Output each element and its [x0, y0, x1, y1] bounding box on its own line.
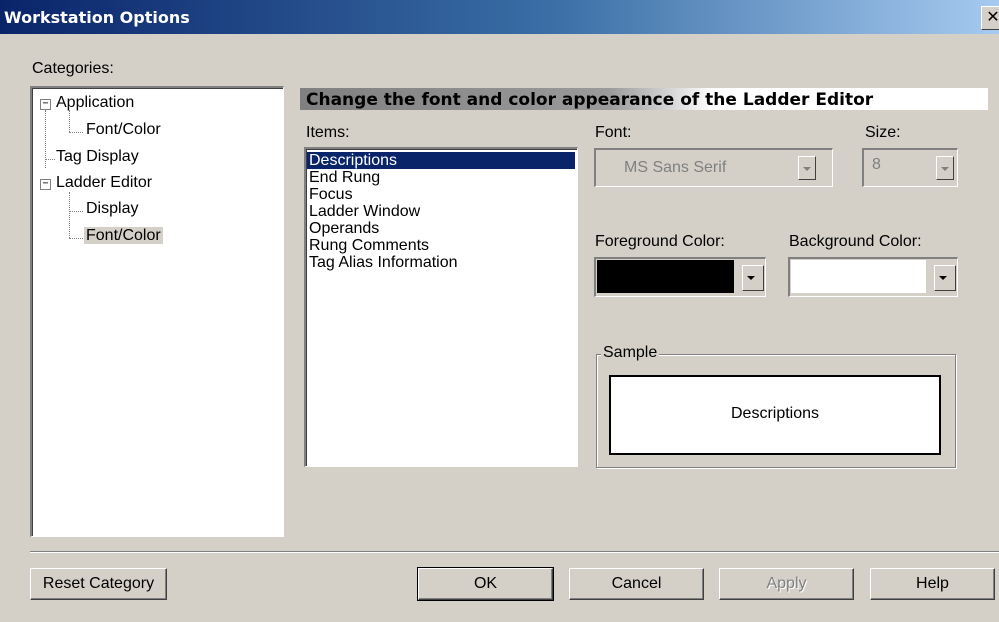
tree-item-label: Ladder Editor: [56, 174, 153, 191]
tree-item-ladder-font-color[interactable]: Font/Color: [84, 227, 163, 245]
list-item[interactable]: Focus: [309, 186, 353, 203]
tree-item-label: Tag Display: [56, 148, 139, 165]
sample-label: Sample: [601, 344, 660, 362]
categories-label: Categories:: [32, 60, 114, 77]
tree-item-application-font-color[interactable]: Font/Color: [86, 121, 161, 139]
chevron-down-icon[interactable]: [934, 265, 956, 291]
tree-item-tag-display[interactable]: Tag Display: [56, 148, 139, 166]
collapse-icon[interactable]: −: [40, 179, 51, 190]
tree-connector: [69, 132, 83, 133]
list-item[interactable]: Operands: [309, 220, 379, 237]
sample-preview: Descriptions: [609, 375, 941, 455]
list-item[interactable]: Descriptions: [307, 152, 575, 169]
panel-header-text: Change the font and color appearance of …: [306, 90, 874, 110]
background-label: Background Color:: [789, 233, 922, 250]
sample-text: Descriptions: [730, 405, 820, 422]
font-value: MS Sans Serif: [624, 159, 727, 176]
close-icon: ✕: [986, 7, 999, 26]
collapse-icon[interactable]: −: [40, 99, 51, 110]
font-select[interactable]: MS Sans Serif: [594, 148, 833, 187]
tree-item-label: Application: [56, 94, 135, 111]
foreground-swatch: [597, 260, 734, 293]
tree-item-label: Font/Color: [84, 227, 163, 244]
categories-tree[interactable]: − Application Font/Color Tag Display − L…: [30, 86, 284, 537]
sample-group: Sample Descriptions: [596, 344, 956, 468]
tree-connector: [45, 159, 55, 160]
tree-item-label: Display: [86, 200, 139, 217]
foreground-label: Foreground Color:: [595, 233, 725, 250]
list-item[interactable]: Rung Comments: [309, 237, 429, 254]
tree-connector: [69, 238, 83, 239]
help-button[interactable]: Help: [870, 568, 995, 600]
background-swatch: [791, 260, 926, 293]
foreground-color-select[interactable]: [594, 257, 766, 297]
list-item[interactable]: End Rung: [309, 169, 380, 186]
list-item[interactable]: Tag Alias Information: [309, 254, 458, 271]
separator: [30, 551, 999, 553]
items-list[interactable]: Descriptions End Rung Focus Ladder Windo…: [304, 147, 578, 467]
tree-connector: [69, 192, 70, 238]
list-item[interactable]: Ladder Window: [309, 203, 420, 220]
close-button[interactable]: ✕: [981, 6, 999, 30]
size-label: Size:: [865, 124, 901, 141]
title-bar: Workstation Options ✕: [0, 0, 999, 34]
background-color-select[interactable]: [788, 257, 958, 297]
tree-connector: [69, 110, 70, 132]
items-label: Items:: [306, 124, 350, 141]
font-label: Font:: [595, 124, 632, 141]
window-title: Workstation Options: [4, 8, 190, 27]
size-select[interactable]: 8: [862, 148, 958, 187]
chevron-down-icon[interactable]: [936, 156, 954, 180]
apply-button[interactable]: Apply: [719, 568, 854, 600]
tree-connector: [69, 211, 83, 212]
tree-item-ladder-display[interactable]: Display: [86, 200, 138, 218]
cancel-button[interactable]: Cancel: [569, 568, 704, 600]
tree-item-ladder-editor[interactable]: Ladder Editor: [56, 174, 152, 192]
reset-category-button[interactable]: Reset Category: [30, 568, 167, 600]
chevron-down-icon[interactable]: [798, 156, 816, 180]
panel-header: Change the font and color appearance of …: [300, 88, 988, 110]
chevron-down-icon[interactable]: [742, 265, 764, 291]
ok-button[interactable]: OK: [417, 567, 554, 601]
size-value: 8: [872, 156, 881, 173]
tree-item-application[interactable]: Application: [56, 94, 134, 112]
tree-item-label: Font/Color: [86, 121, 161, 138]
